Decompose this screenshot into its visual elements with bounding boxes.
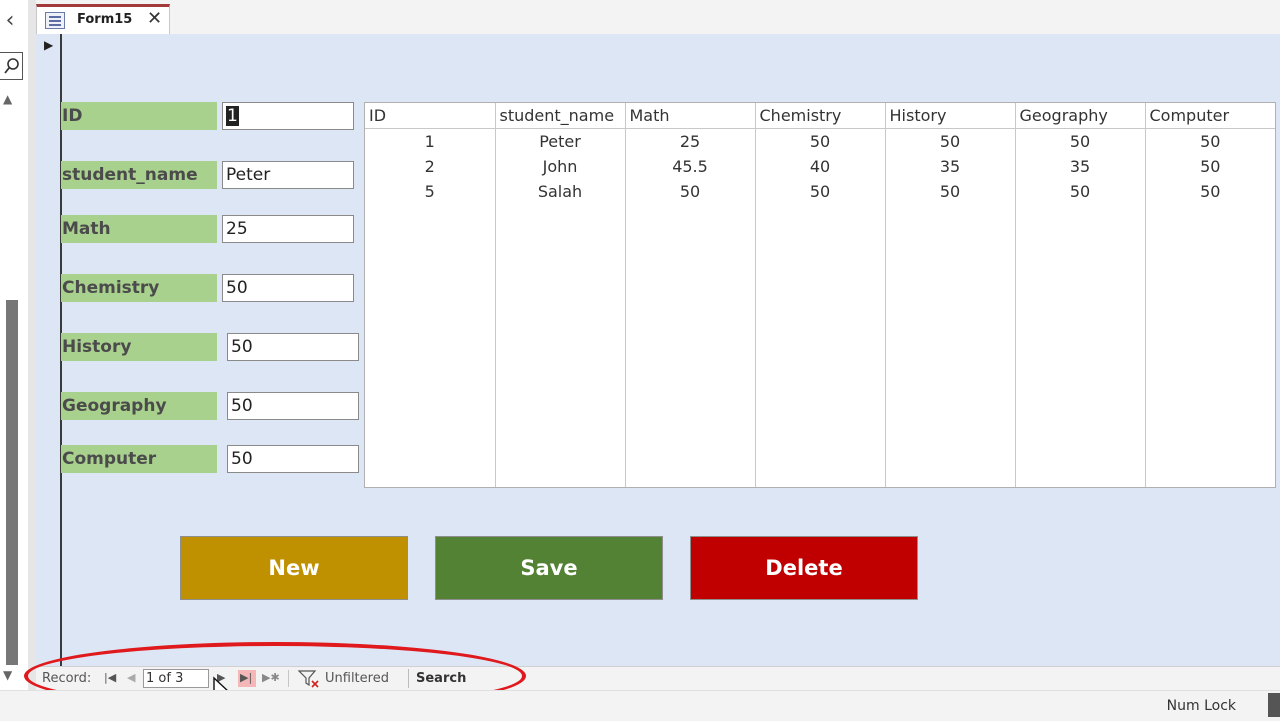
column-header-id[interactable]: ID — [365, 103, 496, 129]
table-cell[interactable]: 2 — [365, 154, 496, 179]
empty-cell — [495, 204, 626, 487]
geography-field[interactable]: 50 — [227, 392, 359, 420]
record-selector[interactable]: ▶ — [36, 34, 62, 666]
empty-cell — [885, 204, 1016, 487]
table-row[interactable]: 2 John 45.5 40 35 35 50 — [365, 154, 1275, 179]
empty-cell — [365, 204, 496, 487]
table-cell[interactable]: Peter — [495, 128, 626, 154]
form-icon — [45, 12, 65, 29]
scroll-down-icon[interactable]: ▼ — [3, 668, 12, 682]
table-cell[interactable]: 50 — [1145, 154, 1275, 179]
last-record-icon[interactable]: ▶| — [240, 671, 252, 684]
column-header-history[interactable]: History — [885, 103, 1016, 129]
label-id: ID — [61, 102, 217, 130]
table-row[interactable]: 1 Peter 25 50 50 50 50 — [365, 128, 1275, 155]
column-header-chemistry[interactable]: Chemistry — [755, 103, 886, 129]
table-cell[interactable]: 50 — [755, 179, 886, 204]
table-cell[interactable]: 40 — [755, 154, 886, 179]
table-cell[interactable]: 50 — [1145, 179, 1275, 204]
form-detail-section: ▶ ID 1 student_name Peter Math 25 Chemis… — [36, 34, 1280, 666]
column-header-student-name[interactable]: student_name — [495, 103, 626, 129]
new-button[interactable]: New — [180, 536, 408, 600]
chevron-left-icon[interactable]: ‹ — [0, 8, 20, 34]
table-cell[interactable]: Salah — [495, 179, 626, 204]
empty-cell — [625, 204, 756, 487]
status-bar: Num Lock — [0, 690, 1280, 721]
empty-cell — [1015, 204, 1146, 487]
table-cell[interactable]: 50 — [885, 128, 1016, 154]
label-computer: Computer — [61, 445, 217, 473]
search-icon[interactable] — [0, 52, 23, 80]
computer-field[interactable]: 50 — [227, 445, 359, 473]
label-chemistry: Chemistry — [61, 274, 217, 302]
table-cell[interactable]: 50 — [755, 128, 886, 154]
nav-scrollbar-thumb[interactable] — [6, 300, 18, 665]
save-button[interactable]: Save — [435, 536, 663, 600]
navigation-pane-strip: ‹ ▲ ▼ — [0, 0, 26, 690]
divider — [288, 670, 289, 687]
label-math: Math — [61, 215, 217, 243]
filter-status[interactable]: Unfiltered — [325, 671, 389, 686]
label-student-name: student_name — [61, 161, 217, 189]
column-header-math[interactable]: Math — [625, 103, 756, 129]
history-field[interactable]: 50 — [227, 333, 359, 361]
table-cell[interactable]: 45.5 — [625, 154, 756, 179]
scroll-up-icon[interactable]: ▲ — [3, 92, 12, 106]
table-cell[interactable]: 50 — [625, 179, 756, 204]
delete-button[interactable]: Delete — [690, 536, 918, 600]
label-geography: Geography — [61, 392, 217, 420]
tab-form15[interactable]: Form15 ✕ — [36, 4, 170, 34]
previous-record-icon[interactable]: ◀ — [127, 671, 135, 684]
chemistry-field[interactable]: 50 — [222, 274, 354, 302]
column-header-geography[interactable]: Geography — [1015, 103, 1146, 129]
table-cell[interactable]: 1 — [365, 128, 496, 154]
table-cell[interactable]: 25 — [625, 128, 756, 154]
students-datasheet[interactable]: ID student_name Math Chemistry History G… — [364, 102, 1276, 488]
table-cell[interactable]: 50 — [885, 179, 1016, 204]
table-cell[interactable]: 50 — [1015, 179, 1146, 204]
table-cell[interactable]: 50 — [1015, 128, 1146, 154]
student-name-field[interactable]: Peter — [222, 161, 354, 189]
num-lock-indicator: Num Lock — [1166, 698, 1236, 714]
math-field[interactable]: 25 — [222, 215, 354, 243]
table-cell[interactable]: John — [495, 154, 626, 179]
filter-icon[interactable] — [298, 670, 320, 688]
empty-cell — [755, 204, 886, 487]
search-box[interactable]: Search — [408, 669, 498, 688]
view-switcher-icon[interactable] — [1268, 693, 1280, 717]
current-record-input[interactable]: 1 of 3 — [143, 669, 209, 688]
close-icon[interactable]: ✕ — [147, 8, 162, 29]
datasheet-table: ID student_name Math Chemistry History G… — [365, 103, 1275, 487]
table-cell[interactable]: 5 — [365, 179, 496, 204]
table-cell[interactable]: 50 — [1145, 129, 1275, 155]
label-history: History — [61, 333, 217, 361]
empty-table-area — [365, 204, 1275, 487]
id-field[interactable]: 1 — [222, 102, 354, 130]
table-row[interactable]: 5 Salah 50 50 50 50 50 — [365, 179, 1275, 204]
document-tab-bar: Form15 ✕ — [36, 0, 1280, 35]
table-cell[interactable]: 35 — [885, 154, 1016, 179]
empty-cell — [1145, 204, 1275, 487]
datasheet-header-row: ID student_name Math Chemistry History G… — [365, 103, 1275, 129]
current-record-arrow-icon: ▶ — [44, 38, 54, 52]
new-record-icon[interactable]: ▶✱ — [262, 671, 280, 684]
tab-title: Form15 — [77, 12, 133, 27]
column-header-computer[interactable]: Computer — [1145, 103, 1275, 129]
record-label: Record: — [42, 671, 92, 686]
table-cell[interactable]: 35 — [1015, 154, 1146, 179]
first-record-icon[interactable]: |◀ — [104, 671, 116, 684]
pane-splitter[interactable] — [28, 0, 36, 690]
